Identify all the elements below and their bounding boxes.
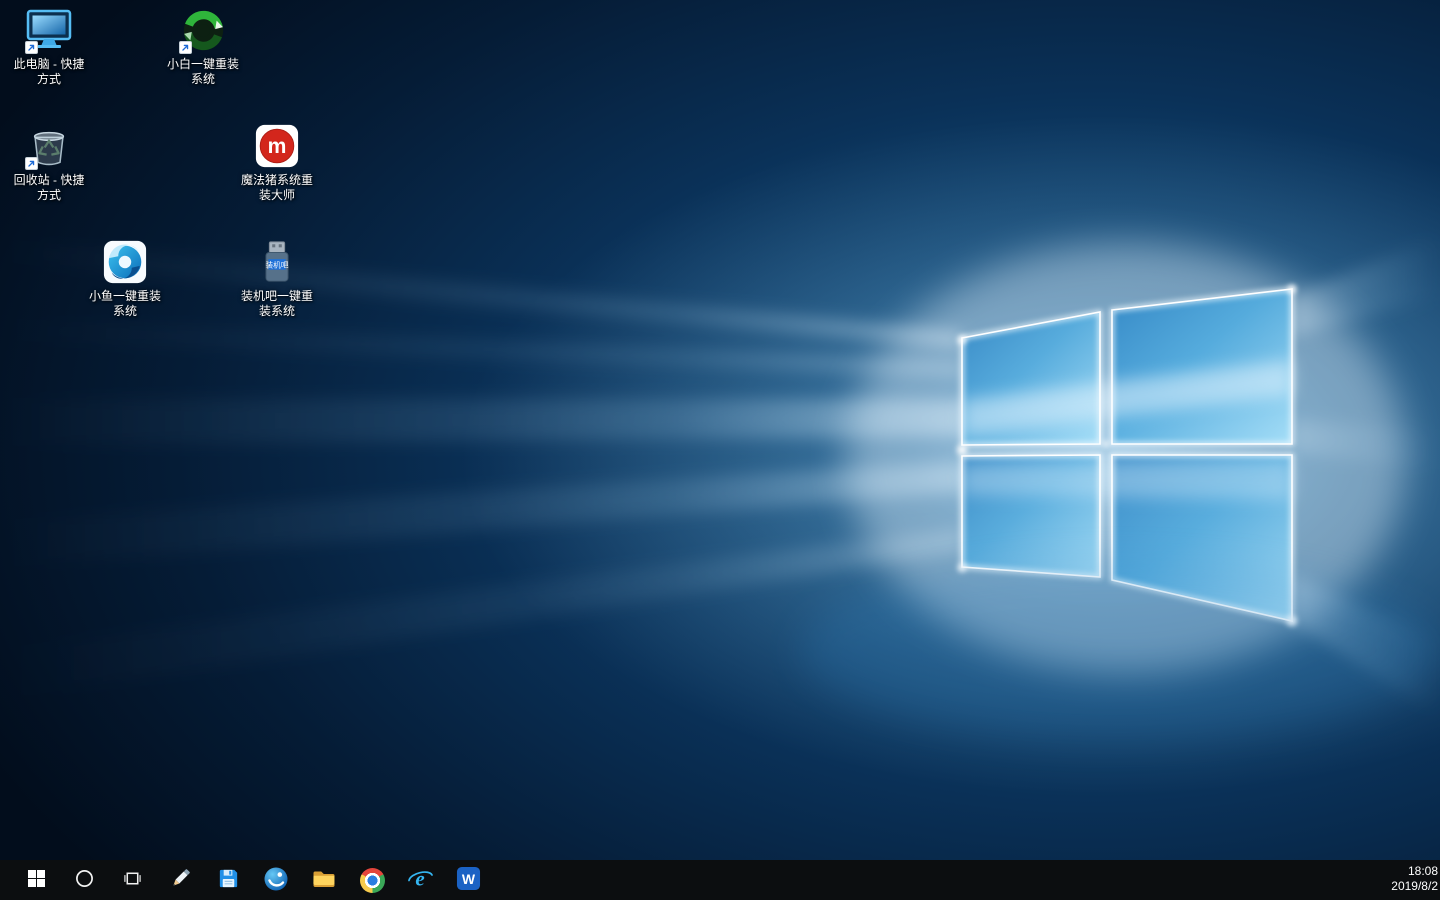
floppy-disk-icon [216,866,241,894]
red-m-badge-icon: m [253,122,301,170]
svg-text:W: W [461,871,475,887]
desktop[interactable]: 此电脑 - 快捷方式 小白一键重装系统 [0,0,1440,860]
chrome-button[interactable] [348,860,396,900]
monitor-icon [25,6,73,54]
desktop-icon-zhuangjiba-reinstall[interactable]: 装机吧 装机吧一键重装系统 [235,238,319,319]
pencil-icon [168,866,193,894]
task-view-icon [123,869,142,891]
desktop-icon-label: 小白一键重装系统 [162,57,244,87]
cortana-circle-icon [75,869,94,891]
desktop-icon-recycle-bin[interactable]: 回收站 - 快捷方式 [7,122,91,203]
desktop-icon-label: 装机吧一键重装系统 [236,289,318,319]
wallpaper [0,0,1440,860]
shortcut-arrow-icon [25,157,38,170]
svg-text:m: m [268,135,287,158]
taskbar: e W 18:08 2019/8/2 [0,860,1440,900]
search-button[interactable] [60,860,108,900]
chrome-icon [360,868,385,893]
start-button[interactable] [12,860,60,900]
clock-time: 18:08 [1391,864,1438,879]
clock-date: 2019/8/2 [1391,879,1438,894]
screen: 此电脑 - 快捷方式 小白一键重装系统 [0,0,1440,900]
desktop-icon-label: 魔法猪系统重装大师 [236,173,318,203]
pen-tool-button[interactable] [156,860,204,900]
svg-text:装机吧: 装机吧 [266,259,289,269]
svg-text:e: e [415,866,424,890]
green-swirl-icon [179,6,227,54]
internet-explorer-button[interactable]: e [396,860,444,900]
recycle-bin-icon [25,122,73,170]
usb-drive-icon: 装机吧 [253,238,301,286]
taskbar-clock[interactable]: 18:08 2019/8/2 [1381,860,1440,900]
blue-circle-app-button[interactable] [252,860,300,900]
windows-logo-icon [28,870,45,890]
blue-swirl-icon [101,238,149,286]
wps-w-icon: W [456,866,481,894]
ie-icon: e [407,866,433,895]
wps-office-button[interactable]: W [444,860,492,900]
task-view-button[interactable] [108,860,156,900]
save-tool-button[interactable] [204,860,252,900]
desktop-icon-xiaoyu-reinstall[interactable]: 小鱼一键重装系统 [83,238,167,319]
desktop-icon-mofazhu-reinstall[interactable]: m 魔法猪系统重装大师 [235,122,319,203]
taskbar-buttons: e W [0,860,492,900]
folder-icon [311,866,337,895]
file-explorer-button[interactable] [300,860,348,900]
desktop-icon-xiaobai-reinstall[interactable]: 小白一键重装系统 [161,6,245,87]
shortcut-arrow-icon [25,41,38,54]
desktop-icon-this-pc[interactable]: 此电脑 - 快捷方式 [7,6,91,87]
desktop-icon-label: 回收站 - 快捷方式 [8,173,90,203]
blue-sphere-icon [263,866,289,895]
shortcut-arrow-icon [179,41,192,54]
desktop-icon-label: 小鱼一键重装系统 [84,289,166,319]
desktop-icon-label: 此电脑 - 快捷方式 [8,57,90,87]
